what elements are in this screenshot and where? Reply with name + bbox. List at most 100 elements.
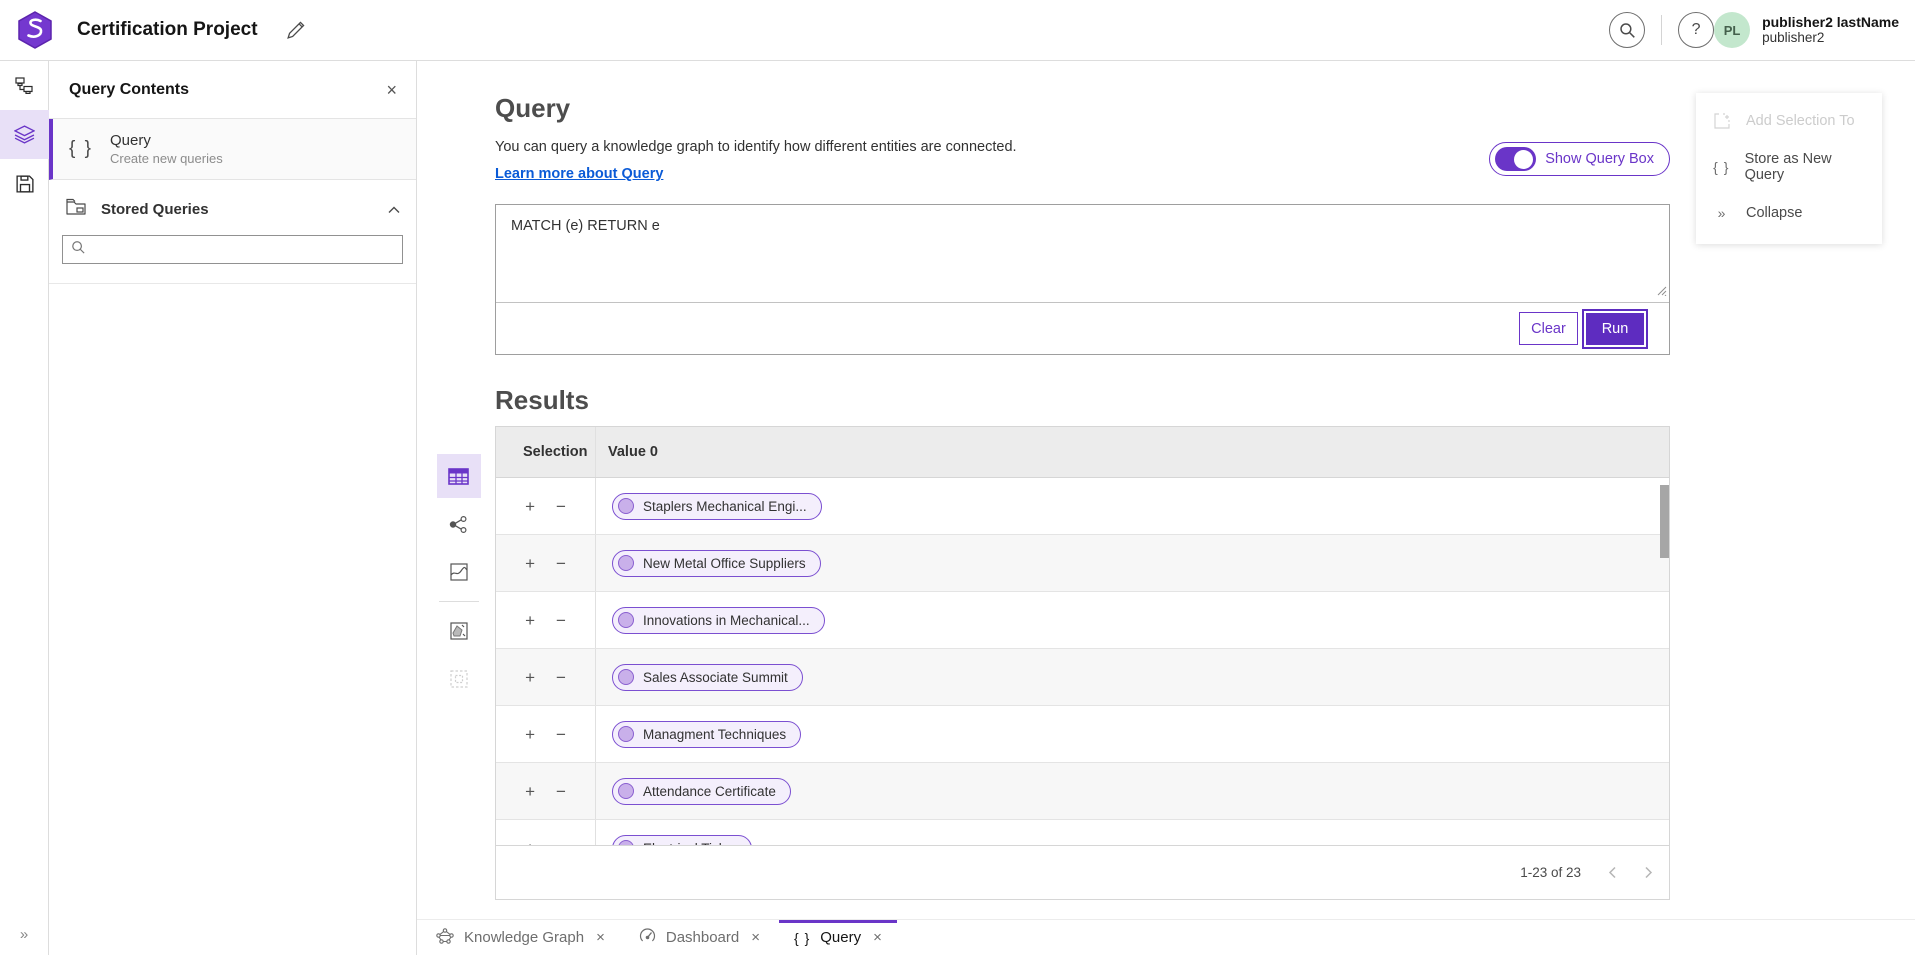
column-header-value: Value 0 (596, 444, 1669, 460)
entity-pill[interactable]: Sales Associate Summit (612, 664, 803, 691)
query-options-menu: Add Selection To { } Store as New Query … (1696, 93, 1882, 244)
results-table: Selection Value 0 + − Staplers Mechanica… (495, 426, 1670, 900)
close-tab-icon[interactable]: × (596, 929, 605, 946)
table-header: Selection Value 0 (496, 427, 1669, 478)
toggle-switch-icon (1495, 147, 1536, 171)
column-header-selection: Selection (496, 427, 596, 477)
resize-handle-icon[interactable] (1654, 283, 1667, 300)
menu-item-collapse[interactable]: » Collapse (1696, 190, 1882, 236)
panel-divider (49, 283, 416, 284)
pagination-range: 1-23 of 23 (1520, 865, 1581, 880)
stored-queries-search[interactable] (62, 235, 403, 264)
selection-map-view-icon[interactable] (437, 609, 481, 653)
query-box: MATCH (e) RETURN e Clear Run (495, 204, 1670, 355)
braces-icon: { } (69, 138, 93, 160)
query-text-input[interactable]: MATCH (e) RETURN e (496, 205, 1669, 303)
entity-pill[interactable]: New Metal Office Suppliers (612, 550, 821, 577)
help-button[interactable]: ? (1678, 12, 1714, 48)
save-icon[interactable] (0, 159, 49, 208)
app-logo-icon (18, 11, 52, 49)
close-tab-icon[interactable]: × (751, 929, 760, 946)
collapse-icon: » (1713, 205, 1731, 221)
entity-pill[interactable]: Electrical Tick... (612, 835, 752, 846)
remove-from-selection-button[interactable]: − (553, 496, 569, 517)
question-icon: ? (1692, 21, 1701, 39)
previous-page-icon[interactable] (1608, 866, 1617, 879)
clear-button[interactable]: Clear (1519, 312, 1578, 345)
results-view-strip (434, 454, 483, 900)
menu-item-add-selection-to: Add Selection To (1696, 98, 1882, 144)
add-to-selection-button[interactable]: + (522, 496, 538, 517)
table-row: + − Innovations in Mechanical... (496, 592, 1669, 649)
tab-dashboard[interactable]: Dashboard × (624, 920, 775, 955)
next-page-icon[interactable] (1644, 866, 1653, 879)
entity-type-icon (618, 840, 634, 845)
show-query-box-toggle[interactable]: Show Query Box (1489, 142, 1670, 176)
query-tab-content: Query You can query a knowledge graph to… (417, 61, 1915, 919)
add-to-selection-button[interactable]: + (522, 838, 538, 846)
stored-queries-header[interactable]: Stored Queries (49, 180, 416, 229)
add-to-selection-button[interactable]: + (522, 781, 538, 802)
learn-more-link[interactable]: Learn more about Query (495, 166, 663, 182)
stored-queries-label: Stored Queries (101, 201, 373, 218)
user-menu[interactable]: publisher2 lastName publisher2 (1762, 14, 1899, 47)
braces-icon: { } (1713, 159, 1730, 175)
menu-item-store-as-new-query[interactable]: { } Store as New Query (1696, 144, 1882, 190)
results-section-title: Results (495, 385, 1670, 416)
entity-type-icon (618, 669, 634, 685)
entity-pill[interactable]: Managment Techniques (612, 721, 801, 748)
tab-knowledge-graph[interactable]: Knowledge Graph × (421, 920, 620, 955)
run-button[interactable]: Run (1586, 313, 1644, 345)
query-section-title: Query (495, 93, 1670, 124)
entity-type-icon (618, 783, 634, 799)
table-row: + − Electrical Tick... (496, 820, 1669, 845)
add-to-selection-button[interactable]: + (522, 553, 538, 574)
catalog-icon[interactable] (0, 61, 49, 110)
remove-from-selection-button[interactable]: − (553, 781, 569, 802)
user-role: publisher2 (1762, 30, 1899, 46)
search-button[interactable] (1609, 12, 1645, 48)
entity-type-icon (618, 726, 634, 742)
expand-rail-button[interactable]: » (0, 919, 49, 949)
remove-from-selection-button[interactable]: − (553, 610, 569, 631)
folder-icon (66, 198, 86, 221)
dashboard-icon (639, 927, 656, 948)
remove-from-selection-button[interactable]: − (553, 667, 569, 688)
tab-query[interactable]: { } Query × (779, 920, 897, 955)
table-footer: 1-23 of 23 (496, 845, 1669, 899)
query-item-title: Query (110, 132, 223, 149)
table-row: + − New Metal Office Suppliers (496, 535, 1669, 592)
avatar[interactable]: PL (1714, 12, 1750, 48)
entity-pill[interactable]: Staplers Mechanical Engi... (612, 493, 822, 520)
header-divider (1661, 15, 1662, 45)
table-row: + − Managment Techniques (496, 706, 1669, 763)
table-scrollbar[interactable] (1660, 485, 1669, 558)
table-row: + − Attendance Certificate (496, 763, 1669, 820)
sidebar-item-query[interactable]: { } Query Create new queries (49, 119, 416, 180)
query-description: You can query a knowledge graph to ident… (495, 139, 1017, 155)
add-to-selection-button[interactable]: + (522, 667, 538, 688)
map-view-icon[interactable] (437, 550, 481, 594)
strip-divider (439, 601, 479, 602)
toggle-label: Show Query Box (1545, 151, 1654, 167)
user-name: publisher2 lastName (1762, 14, 1899, 31)
remove-from-selection-button[interactable]: − (553, 553, 569, 574)
edit-title-button[interactable] (286, 21, 305, 40)
layers-icon[interactable] (0, 110, 49, 159)
entity-pill[interactable]: Innovations in Mechanical... (612, 607, 825, 634)
query-contents-panel: Query Contents × { } Query Create new qu… (49, 61, 417, 955)
add-to-selection-button[interactable]: + (522, 610, 538, 631)
remove-from-selection-button[interactable]: − (553, 724, 569, 745)
chevron-up-icon[interactable] (388, 201, 400, 219)
search-input[interactable] (92, 241, 394, 258)
query-text: MATCH (e) RETURN e (511, 218, 660, 234)
remove-from-selection-button[interactable]: − (553, 838, 569, 846)
add-to-selection-button[interactable]: + (522, 724, 538, 745)
entity-pill[interactable]: Attendance Certificate (612, 778, 791, 805)
close-panel-button[interactable]: × (382, 77, 401, 103)
table-view-icon[interactable] (437, 454, 481, 498)
view-tabbar: Knowledge Graph × Dashboard × { } Query … (417, 919, 1915, 955)
link-chart-view-icon[interactable] (437, 502, 481, 546)
close-tab-icon[interactable]: × (873, 929, 882, 946)
search-icon (71, 240, 86, 260)
